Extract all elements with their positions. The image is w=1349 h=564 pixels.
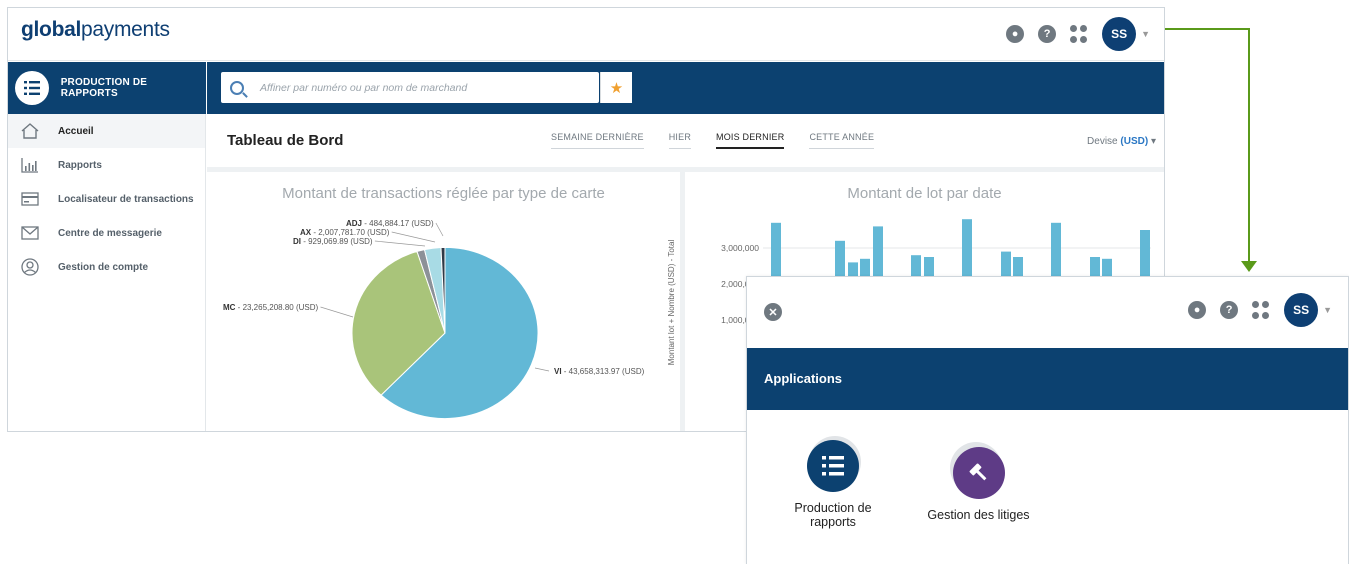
close-icon[interactable]: ✕ (764, 303, 782, 321)
applications-title: Applications (764, 371, 843, 386)
app-icon (807, 436, 861, 492)
chevron-down-icon[interactable]: ▼ (1323, 305, 1332, 315)
applications-panel: ✕ ● ? SS ▼ Applications Production de ra… (746, 276, 1349, 564)
list-icon (807, 440, 859, 492)
applications-panel-topbar: ✕ ● ? SS ▼ (747, 277, 1348, 347)
app-label: Production de rapports (794, 501, 872, 529)
app-gestion-litiges[interactable]: Gestion des litiges (916, 442, 1041, 522)
app-production-rapports[interactable]: Production de rapports (778, 436, 888, 529)
avatar[interactable]: SS (1284, 293, 1319, 327)
overlay-top-icons: ● ? SS ▼ (1188, 293, 1332, 327)
applications-band: Applications (747, 348, 1348, 410)
app-icon (949, 442, 1005, 499)
app-label: Gestion des litiges (927, 508, 1030, 522)
bell-icon[interactable]: ● (1188, 301, 1207, 319)
gavel-icon (952, 447, 1005, 499)
help-icon[interactable]: ? (1220, 301, 1239, 319)
screenshot-stage: globalpayments ● ? SS ▼ PRODUCTION DE RA… (0, 0, 1349, 564)
apps-grid-icon[interactable] (1252, 301, 1270, 319)
